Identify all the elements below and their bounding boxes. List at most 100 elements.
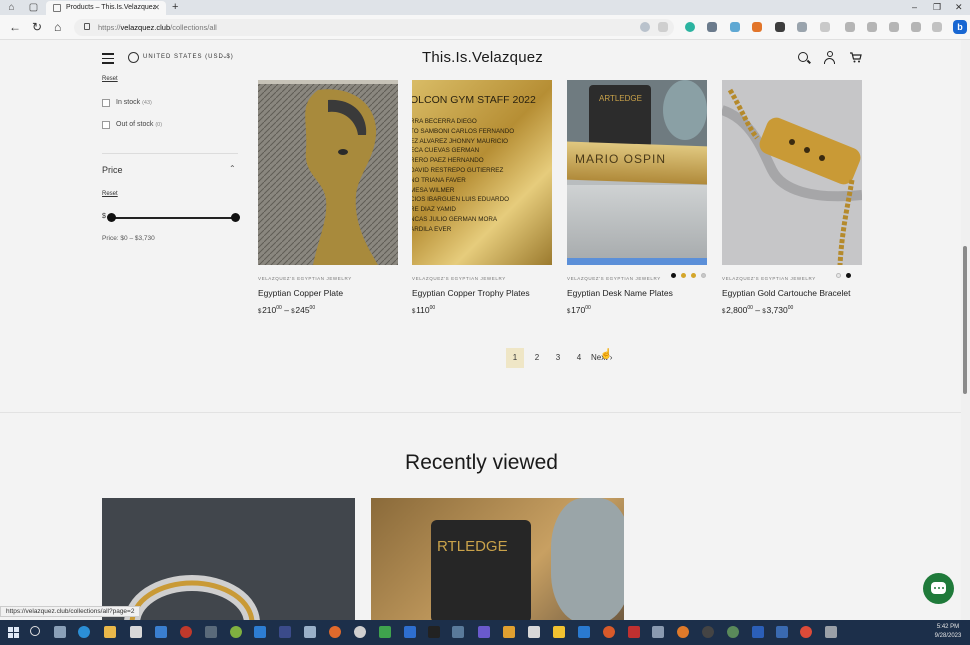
product-image-desk-name-plates[interactable]: ARTLEDGE MARIO OSPIN [567,80,707,265]
pagination-page-3[interactable]: 3 [549,348,567,368]
app-black-icon[interactable] [428,626,440,638]
account-icon[interactable] [824,51,835,64]
back-icon[interactable]: ← [9,21,21,34]
home-icon[interactable]: ⌂ [54,21,61,34]
availability-reset-link[interactable]: Reset [102,76,118,82]
close-tab-icon[interactable]: ✕ [153,1,160,15]
split-screen-icon[interactable] [820,22,830,32]
recently-viewed-item-ring[interactable] [102,498,355,620]
extension-dark-icon[interactable] [775,22,785,32]
app-purple-icon[interactable] [478,626,490,638]
file-explorer-icon[interactable] [104,626,116,638]
price-reset-link[interactable]: Reset [102,191,118,197]
product-title[interactable]: Egyptian Copper Trophy Plates [412,288,530,298]
extension-teal-icon[interactable] [685,22,695,32]
minimize-icon[interactable]: – [912,1,917,13]
address-bar[interactable]: https://velazquez.club/collections/all [74,19,674,36]
app-orange3-icon[interactable] [677,626,689,638]
color-swatch[interactable] [846,273,851,278]
price-slider-max-handle[interactable] [231,213,240,222]
price-slider-min-handle[interactable] [107,213,116,222]
product-image-copper-plate[interactable] [258,80,398,265]
app-blue-icon[interactable] [279,626,291,638]
app-light-icon[interactable] [304,626,316,638]
product-title[interactable]: Egyptian Gold Cartouche Bracelet [722,288,851,298]
price-filter-title[interactable]: Price [102,165,123,175]
app-gray-icon[interactable] [205,626,217,638]
store-icon[interactable] [130,626,142,638]
app-red-icon[interactable] [180,626,192,638]
pagination-page-4[interactable]: 4 [570,348,588,368]
color-swatch[interactable] [691,273,696,278]
chevron-down-icon[interactable]: ⌄ [222,52,228,60]
search-taskbar-icon[interactable] [30,626,40,636]
globe-icon[interactable] [128,52,139,63]
app-gauge-icon[interactable] [702,626,714,638]
app-green-icon[interactable] [230,626,242,638]
mail-icon[interactable] [155,626,167,638]
out-of-stock-checkbox[interactable] [102,121,110,129]
recently-viewed-item-mug[interactable]: RTLEDGE [371,498,624,620]
refresh-icon[interactable]: ↻ [32,21,42,34]
chat-button[interactable] [923,573,954,604]
word-icon[interactable] [752,626,764,638]
app-gray2-icon[interactable] [825,626,837,638]
extensions-icon[interactable] [797,22,807,32]
profile-icon[interactable] [911,22,921,32]
taskbar-clock[interactable]: 5:42 PM 9/28/2023 [928,623,968,641]
new-tab-button[interactable]: + [172,0,178,14]
search-icon[interactable] [798,52,808,62]
color-swatch[interactable] [681,273,686,278]
collections-icon[interactable] [867,22,877,32]
edge-taskbar-icon[interactable] [78,626,90,638]
app-orange-icon[interactable] [329,626,341,638]
cart-icon[interactable] [850,52,862,63]
workspaces-icon[interactable]: ⌂ [6,2,17,13]
extension-blue-icon[interactable] [730,22,740,32]
favorites-icon[interactable] [845,22,855,32]
menu-icon[interactable] [102,53,114,64]
pagination-page-2[interactable]: 2 [528,348,546,368]
app-white-icon[interactable] [354,626,366,638]
more-menu-icon[interactable] [932,22,942,32]
app-a-icon[interactable] [254,626,266,638]
task-view-icon[interactable] [54,626,66,638]
app-white2-icon[interactable] [528,626,540,638]
scrollbar-thumb[interactable] [963,246,967,394]
windows-start-icon[interactable] [8,627,19,638]
app-blue3-icon[interactable] [578,626,590,638]
favorite-star-icon[interactable] [658,22,668,32]
sticky-notes-icon[interactable] [553,626,565,638]
tab-actions-icon[interactable]: ▢ [28,2,39,13]
app-green3-icon[interactable] [727,626,739,638]
active-tab[interactable]: Products – This.Is.Velazquez ✕ [46,1,166,15]
product-image-cartouche-bracelet[interactable] [722,80,862,265]
in-stock-checkbox[interactable] [102,99,110,107]
extension-orange-icon[interactable] [752,22,762,32]
app-steel-icon[interactable] [652,626,664,638]
currency-selector[interactable]: UNITED STATES (USD $) [143,54,234,60]
close-window-icon[interactable]: ✕ [955,1,963,13]
app-red2-icon[interactable] [628,626,640,638]
product-title[interactable]: Egyptian Desk Name Plates [567,288,673,298]
app-green2-icon[interactable] [379,626,391,638]
color-swatch[interactable] [836,273,841,278]
app-yellow-icon[interactable] [503,626,515,638]
chrome-icon[interactable] [800,626,812,638]
product-image-trophy-plates[interactable]: OLCON GYM STAFF 2022 RRA BECERRA DIEGO TO… [412,80,552,265]
product-title[interactable]: Egyptian Copper Plate [258,288,343,298]
app-orange2-icon[interactable] [603,626,615,638]
steam-icon[interactable] [452,626,464,638]
feedback-icon[interactable] [889,22,899,32]
color-swatch[interactable] [701,273,706,278]
read-aloud-icon[interactable] [640,22,650,32]
app-blue2-icon[interactable] [404,626,416,638]
color-swatch[interactable] [671,273,676,278]
extension-gray-icon[interactable] [707,22,717,32]
chevron-up-icon[interactable]: ⌃ [229,164,236,173]
app-blue4-icon[interactable] [776,626,788,638]
price-slider-track[interactable] [111,217,235,219]
copilot-icon[interactable]: b [953,20,967,34]
restore-icon[interactable]: ❐ [933,1,941,13]
pagination-page-1[interactable]: 1 [506,348,524,368]
